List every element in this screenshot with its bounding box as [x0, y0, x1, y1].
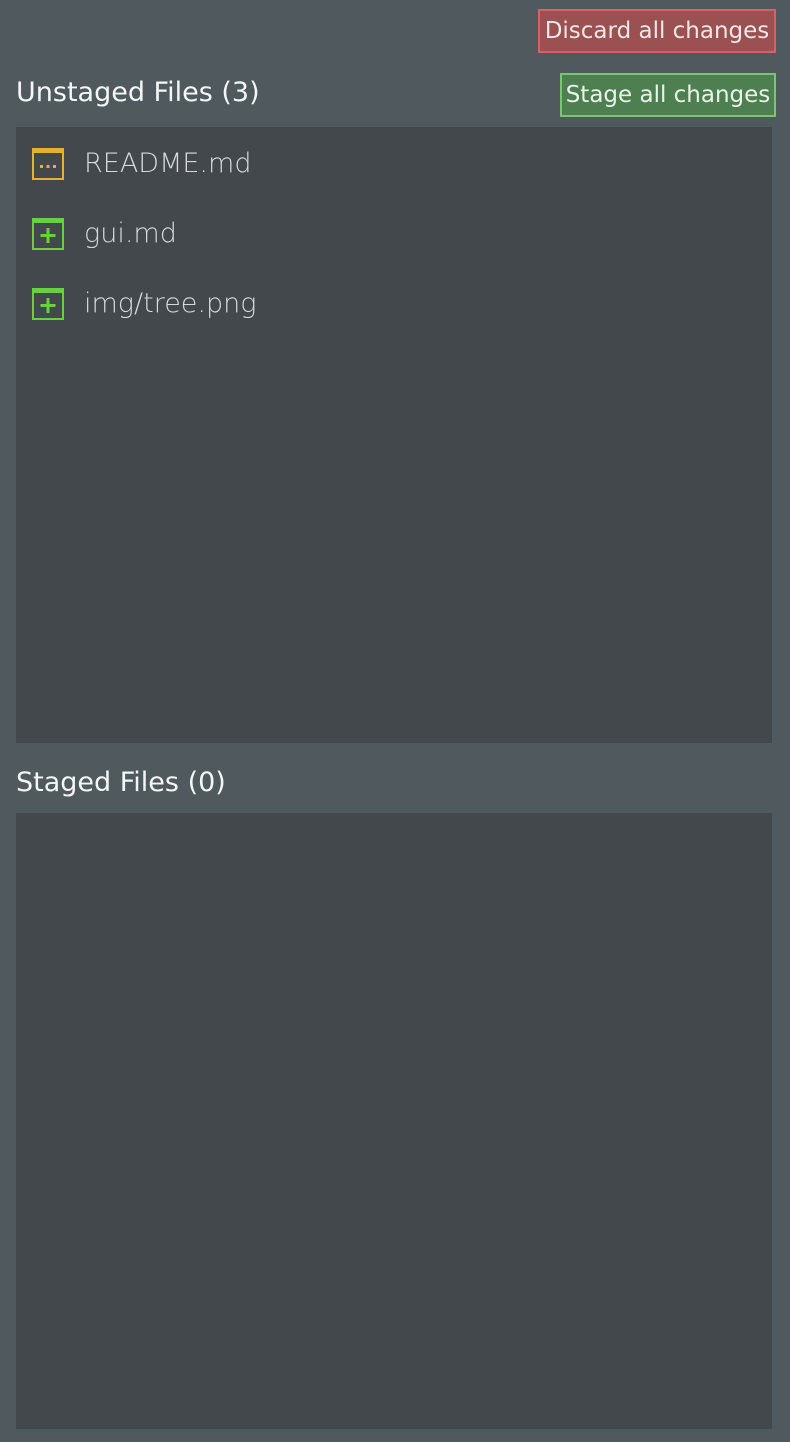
staged-files-list[interactable]: [16, 813, 772, 1429]
unstaged-file-tree-png[interactable]: img/tree.png: [16, 267, 772, 337]
file-modified-icon: [32, 148, 64, 180]
staged-files-heading: Staged Files (0): [16, 767, 226, 798]
unstaged-file-gui[interactable]: gui.md: [16, 197, 772, 267]
file-name: img/tree.png: [84, 288, 257, 319]
discard-all-changes-button[interactable]: Discard all changes: [538, 9, 776, 53]
file-added-icon: [32, 288, 64, 320]
unstaged-files-heading: Unstaged Files (3): [16, 77, 260, 108]
file-name: README.md: [84, 148, 252, 179]
file-name: gui.md: [84, 218, 177, 249]
file-added-icon: [32, 218, 64, 250]
unstaged-file-readme[interactable]: README.md: [16, 127, 772, 197]
stage-all-changes-button[interactable]: Stage all changes: [560, 73, 776, 117]
unstaged-files-list[interactable]: README.md gui.md img/tree.png: [16, 127, 772, 743]
